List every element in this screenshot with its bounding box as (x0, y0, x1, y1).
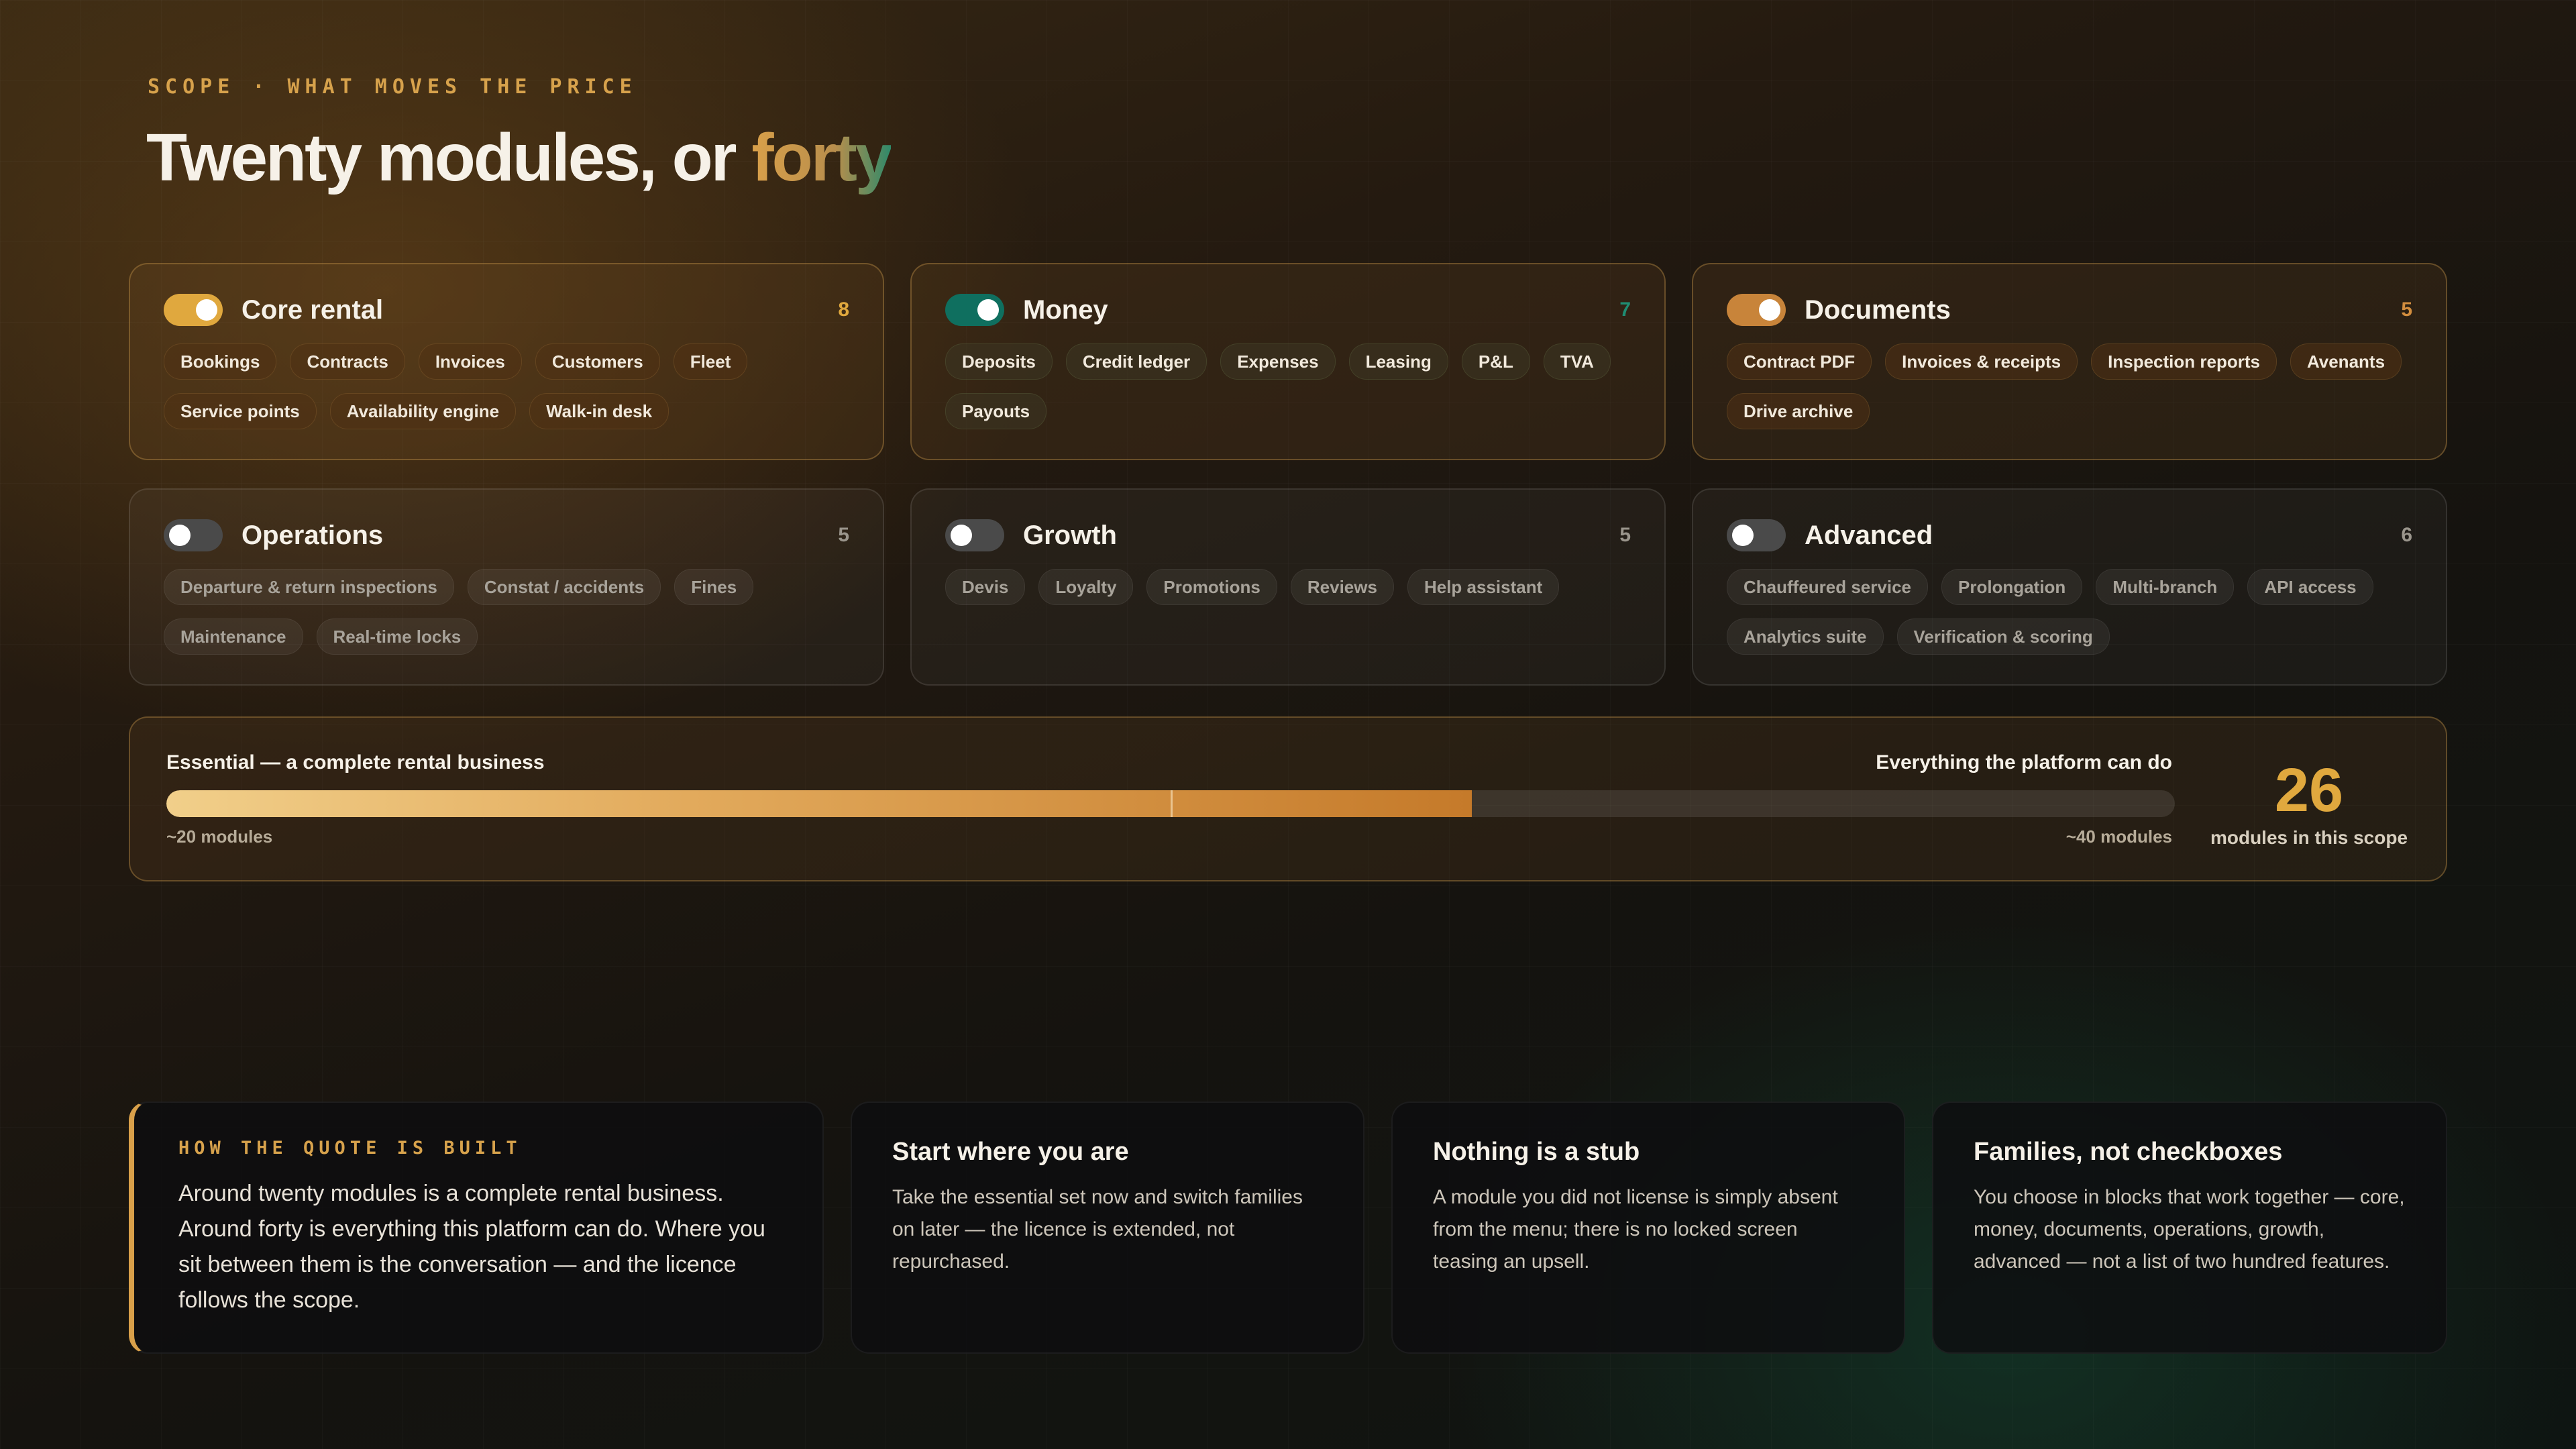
scope-max-caption: Everything the platform can do (1876, 751, 2172, 773)
family-card-advanced: Advanced 6 Chauffeured service Prolongat… (1692, 488, 2447, 686)
family-module-count: 5 (2401, 299, 2412, 321)
title-main: Twenty modules, or (146, 120, 752, 195)
toggle-knob (1759, 299, 1780, 321)
module-tag: Avenants (2290, 343, 2402, 380)
module-tag: Verification & scoring (1896, 619, 2110, 655)
section-eyebrow: SCOPE · WHAT MOVES THE PRICE (148, 75, 637, 99)
info-card-start-where-you-are: Start where you are Take the essential s… (851, 1102, 1364, 1354)
module-tag: Loyalty (1038, 569, 1134, 605)
family-module-count: 6 (2401, 524, 2412, 546)
info-card-nothing-is-a-stub: Nothing is a stub A module you did not l… (1391, 1102, 1905, 1354)
module-tag: Credit ledger (1065, 343, 1208, 380)
module-tag: Chauffeured service (1727, 569, 1928, 605)
money-toggle[interactable] (945, 294, 1004, 326)
module-tag: Prolongation (1941, 569, 2083, 605)
family-card-operations: Operations 5 Departure & return inspecti… (129, 488, 884, 686)
family-title: Operations (241, 520, 384, 550)
module-tag: Walk-in desk (529, 393, 669, 429)
module-tag: Constat / accidents (467, 569, 661, 605)
info-card-text: You choose in blocks that work together … (1974, 1186, 2405, 1273)
module-tag: Reviews (1290, 569, 1394, 605)
toggle-knob (1732, 525, 1754, 546)
info-card-text: A module you did not license is simply a… (1433, 1186, 1838, 1273)
family-card-money: Money 7 Deposits Credit ledger Expenses … (910, 263, 1666, 460)
module-tag: Bookings (164, 343, 277, 380)
family-title: Documents (1805, 294, 1951, 325)
scope-progress-marker (1171, 790, 1173, 817)
scope-max-label: ~40 modules (2065, 826, 2172, 847)
scope-module-count: 26 (2274, 756, 2344, 824)
info-card-families-not-checkboxes: Families, not checkboxes You choose in b… (1932, 1102, 2447, 1354)
quote-explainer-eyebrow: HOW THE QUOTE IS BUILT (178, 1138, 522, 1159)
module-tag: Promotions (1146, 569, 1277, 605)
module-tag: Invoices & receipts (1885, 343, 2078, 380)
module-tag: Fines (674, 569, 754, 605)
module-tag: Deposits (945, 343, 1053, 380)
info-card-title: Families, not checkboxes (1974, 1138, 2283, 1166)
title-accent: forty (751, 120, 892, 195)
scope-min-label: ~20 modules (166, 826, 273, 847)
toggle-knob (196, 299, 217, 321)
module-tag: API access (2247, 569, 2373, 605)
module-tag: Contract PDF (1727, 343, 1872, 380)
scope-progress-fill (166, 790, 1472, 817)
module-tag: Service points (164, 393, 317, 429)
info-card-title: Nothing is a stub (1433, 1138, 1640, 1166)
documents-toggle[interactable] (1727, 294, 1786, 326)
scope-progress-track (166, 790, 2175, 817)
toggle-knob (951, 525, 972, 546)
module-tag: Maintenance (164, 619, 303, 655)
module-tag: TVA (1543, 343, 1611, 380)
family-card-core-rental: Core rental 8 Bookings Contracts Invoice… (129, 263, 884, 460)
module-tag: Analytics suite (1727, 619, 1884, 655)
module-tag: Availability engine (329, 393, 517, 429)
module-tag: Expenses (1220, 343, 1336, 380)
family-title: Money (1023, 294, 1108, 325)
family-title: Core rental (241, 294, 384, 325)
family-card-growth: Growth 5 Devis Loyalty Promotions Review… (910, 488, 1666, 686)
module-tag: Invoices (418, 343, 522, 380)
quote-explainer-card: HOW THE QUOTE IS BUILT Around twenty mod… (129, 1102, 824, 1354)
page-title: Twenty modules, or forty (146, 119, 893, 197)
family-title: Growth (1023, 520, 1117, 550)
info-card-text: Take the essential set now and switch fa… (892, 1186, 1303, 1273)
advanced-toggle[interactable] (1727, 519, 1786, 551)
family-module-count: 5 (838, 524, 849, 546)
scope-panel: Essential — a complete rental business E… (129, 716, 2447, 881)
info-card-title: Start where you are (892, 1138, 1129, 1166)
module-tag: Help assistant (1407, 569, 1560, 605)
family-module-count: 7 (1619, 299, 1631, 321)
module-tag: Payouts (945, 393, 1047, 429)
operations-toggle[interactable] (164, 519, 223, 551)
module-tag: Fleet (673, 343, 748, 380)
family-card-documents: Documents 5 Contract PDF Invoices & rece… (1692, 263, 2447, 460)
scope-min-caption: Essential — a complete rental business (166, 751, 545, 773)
module-tag: Real-time locks (316, 619, 478, 655)
family-module-count: 5 (1619, 524, 1631, 546)
growth-toggle[interactable] (945, 519, 1004, 551)
module-tag: Devis (945, 569, 1026, 605)
family-title: Advanced (1805, 520, 1933, 550)
module-tag: P&L (1461, 343, 1530, 380)
module-tag: Multi-branch (2096, 569, 2235, 605)
quote-explainer-text: Around twenty modules is a complete rent… (178, 1181, 765, 1313)
core-rental-toggle[interactable] (164, 294, 223, 326)
family-module-count: 8 (838, 299, 849, 321)
module-tag: Inspection reports (2091, 343, 2277, 380)
scope-module-count-label: modules in this scope (2210, 827, 2408, 848)
module-tag: Customers (535, 343, 660, 380)
module-tag: Contracts (290, 343, 405, 380)
module-tag: Leasing (1348, 343, 1448, 380)
module-tag: Departure & return inspections (164, 569, 454, 605)
toggle-knob (169, 525, 191, 546)
toggle-knob (977, 299, 999, 321)
module-tag: Drive archive (1727, 393, 1870, 429)
